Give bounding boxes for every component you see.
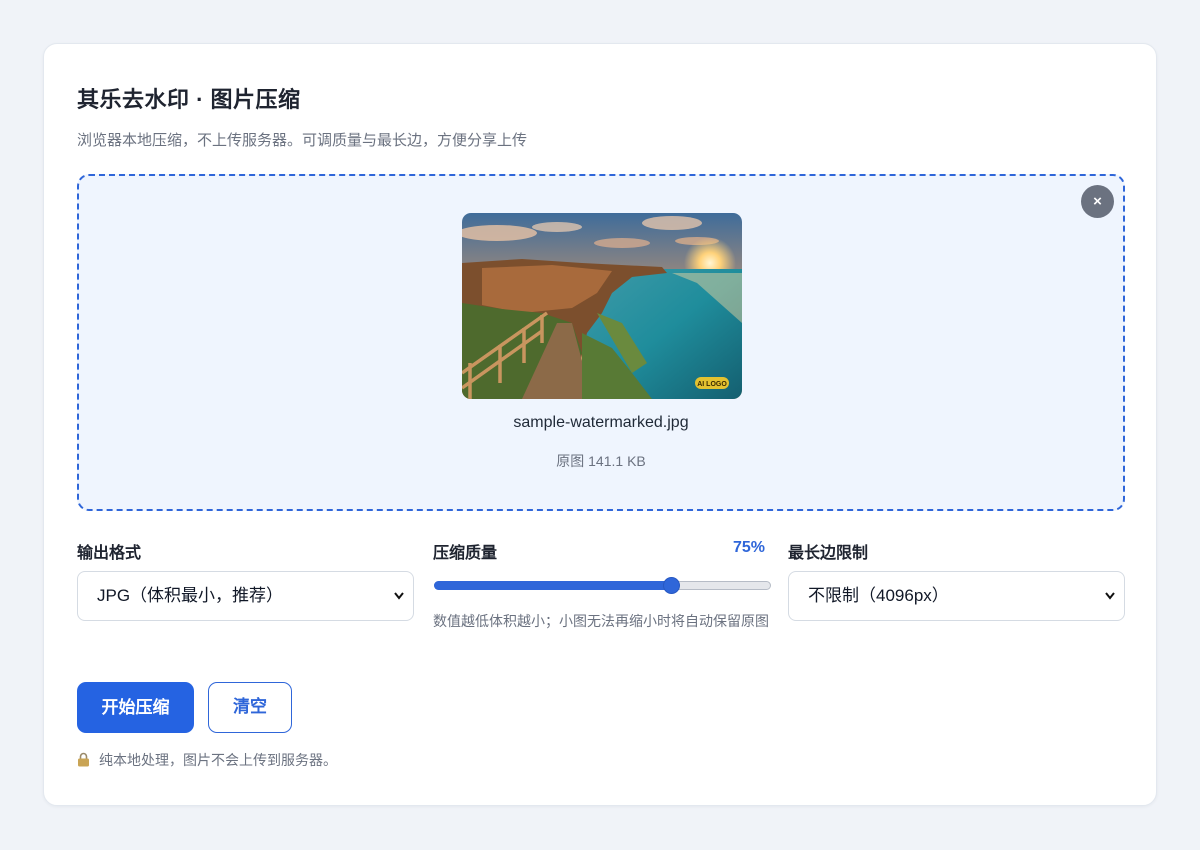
quality-value: 75% xyxy=(733,539,766,556)
format-label: 输出格式 xyxy=(77,545,142,562)
chevron-down-icon xyxy=(1104,572,1116,640)
close-icon: × xyxy=(1093,193,1102,210)
max-edge-selected-value: 不限制（4096px） xyxy=(808,586,949,605)
remove-image-button[interactable]: × xyxy=(1081,185,1114,218)
file-name: sample-watermarked.jpg xyxy=(513,414,689,431)
chevron-down-icon xyxy=(393,572,405,640)
quality-slider[interactable] xyxy=(434,575,771,595)
clear-button[interactable]: 清空 xyxy=(208,682,292,733)
lock-icon xyxy=(77,752,90,770)
slider-fill xyxy=(434,581,671,590)
page-subtitle: 浏览器本地压缩，不上传服务器。可调质量与最长边，方便分享上传 xyxy=(77,132,528,149)
watermark-badge: AI LOGO xyxy=(697,381,727,388)
upload-dropzone[interactable]: × AI LOGO sample-watermarked.jpg 原图 141.… xyxy=(77,174,1125,511)
privacy-note-text: 纯本地处理，图片不会上传到服务器。 xyxy=(99,752,337,768)
format-selected-value: JPG（体积最小，推荐） xyxy=(97,586,284,605)
file-size: 原图 141.1 KB xyxy=(556,453,646,469)
start-compress-button[interactable]: 开始压缩 xyxy=(77,682,194,733)
slider-handle[interactable] xyxy=(663,577,680,594)
image-thumbnail: AI LOGO xyxy=(462,213,742,399)
format-select[interactable]: JPG（体积最小，推荐） xyxy=(77,571,414,621)
quality-hint: 数值越低体积越小；小图无法再缩小时将自动保留原图 xyxy=(433,613,769,629)
coastal-photo: AI LOGO xyxy=(462,213,742,399)
compress-card: 其乐去水印 · 图片压缩 浏览器本地压缩，不上传服务器。可调质量与最长边，方便分… xyxy=(43,43,1157,806)
privacy-note: 纯本地处理，图片不会上传到服务器。 xyxy=(77,750,337,770)
page-title: 其乐去水印 · 图片压缩 xyxy=(77,87,301,112)
max-edge-select[interactable]: 不限制（4096px） xyxy=(788,571,1125,621)
max-edge-label: 最长边限制 xyxy=(788,545,869,562)
quality-label: 压缩质量 xyxy=(433,545,498,562)
